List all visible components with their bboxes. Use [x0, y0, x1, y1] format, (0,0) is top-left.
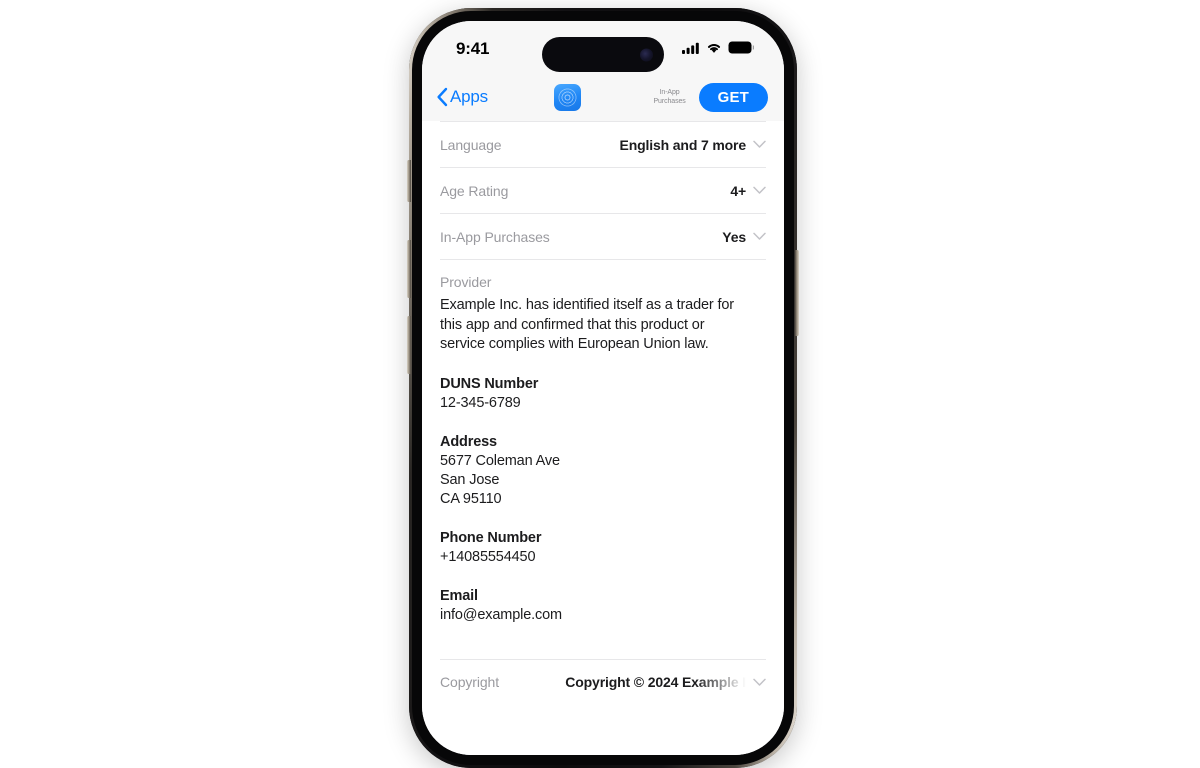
provider-statement: Example Inc. has identified itself as a …: [440, 297, 734, 352]
provider-field-value: 5677 Coleman Ave: [440, 452, 560, 469]
chevron-down-icon[interactable]: [753, 140, 766, 149]
cellular-signal-icon: [682, 42, 699, 54]
provider-field-phone: Phone Number +14085554450: [440, 529, 766, 567]
info-row-label: Copyright: [440, 674, 500, 690]
provider-field-label: Address: [440, 433, 497, 450]
app-information-list[interactable]: Language English and 7 more Age Rating 4…: [422, 121, 784, 755]
chevron-down-icon[interactable]: [753, 232, 766, 241]
power-button[interactable]: [795, 250, 799, 336]
get-button[interactable]: GET: [698, 82, 769, 112]
info-row-label: Age Rating: [440, 182, 509, 199]
action-button[interactable]: [407, 160, 411, 202]
provider-field-value: +14085554450: [440, 548, 536, 565]
provider-field-email: Email info@example.com: [440, 587, 766, 625]
info-row-language[interactable]: Language English and 7 more: [440, 121, 766, 167]
wifi-icon: [707, 43, 721, 53]
navigation-bar: Apps In-App Purchases GET: [422, 73, 784, 121]
provider-field-value: 12-345-6789: [440, 394, 521, 411]
chevron-down-icon[interactable]: [753, 186, 766, 195]
provider-field-label: Phone Number: [440, 529, 542, 546]
chevron-left-icon: [437, 87, 448, 107]
info-row-age-rating[interactable]: Age Rating 4+: [440, 167, 766, 213]
provider-field-value: info@example.com: [440, 606, 562, 623]
volume-up-button[interactable]: [407, 240, 411, 298]
scene: 9:41 Apps In-App Purchases GET Language …: [0, 0, 1200, 768]
app-icon-pattern: [557, 87, 577, 107]
status-bar-time: 9:41: [456, 39, 490, 58]
info-row-value: Yes: [722, 228, 746, 245]
iphone-device: 9:41 Apps In-App Purchases GET Language …: [407, 8, 799, 768]
provider-field-address: Address 5677 Coleman Ave San Jose CA 951…: [440, 433, 766, 509]
provider-heading: Provider: [440, 274, 492, 290]
info-row-label: In-App Purchases: [440, 228, 550, 245]
info-row-value-group: Copyright © 2024 Example I: [565, 674, 766, 690]
provider-field-label: DUNS Number: [440, 375, 539, 392]
info-row-value: Copyright © 2024 Example I: [565, 674, 746, 690]
provider-field-value: CA 95110: [440, 490, 502, 507]
provider-section: Provider Example Inc. has identified its…: [440, 259, 766, 637]
info-row-value-group: English and 7 more: [620, 137, 766, 153]
info-row-value-group: Yes: [722, 229, 766, 245]
info-row-in-app-purchases[interactable]: In-App Purchases Yes: [440, 213, 766, 259]
provider-field-value: San Jose: [440, 471, 500, 488]
info-row-value: 4+: [730, 182, 746, 199]
info-row-copyright[interactable]: Copyright Copyright © 2024 Example I: [440, 658, 766, 705]
info-row-label: Language: [440, 136, 502, 153]
provider-field-duns: DUNS Number 12-345-6789: [440, 375, 766, 413]
phone-screen: 9:41 Apps In-App Purchases GET Language …: [422, 21, 784, 755]
front-camera-icon: [640, 48, 653, 61]
in-app-purchases-label: In-App Purchases: [653, 89, 686, 105]
app-icon[interactable]: [553, 83, 581, 111]
back-button-label: Apps: [450, 87, 488, 106]
provider-field-label: Email: [440, 587, 478, 604]
back-button[interactable]: Apps: [436, 87, 488, 107]
battery-icon: [728, 41, 754, 54]
info-row-value-group: 4+: [730, 183, 766, 199]
dynamic-island: [542, 37, 664, 72]
status-bar-icons: [682, 41, 754, 54]
volume-down-button[interactable]: [407, 316, 411, 374]
info-row-value: English and 7 more: [619, 136, 747, 153]
chevron-down-icon[interactable]: [753, 678, 766, 687]
